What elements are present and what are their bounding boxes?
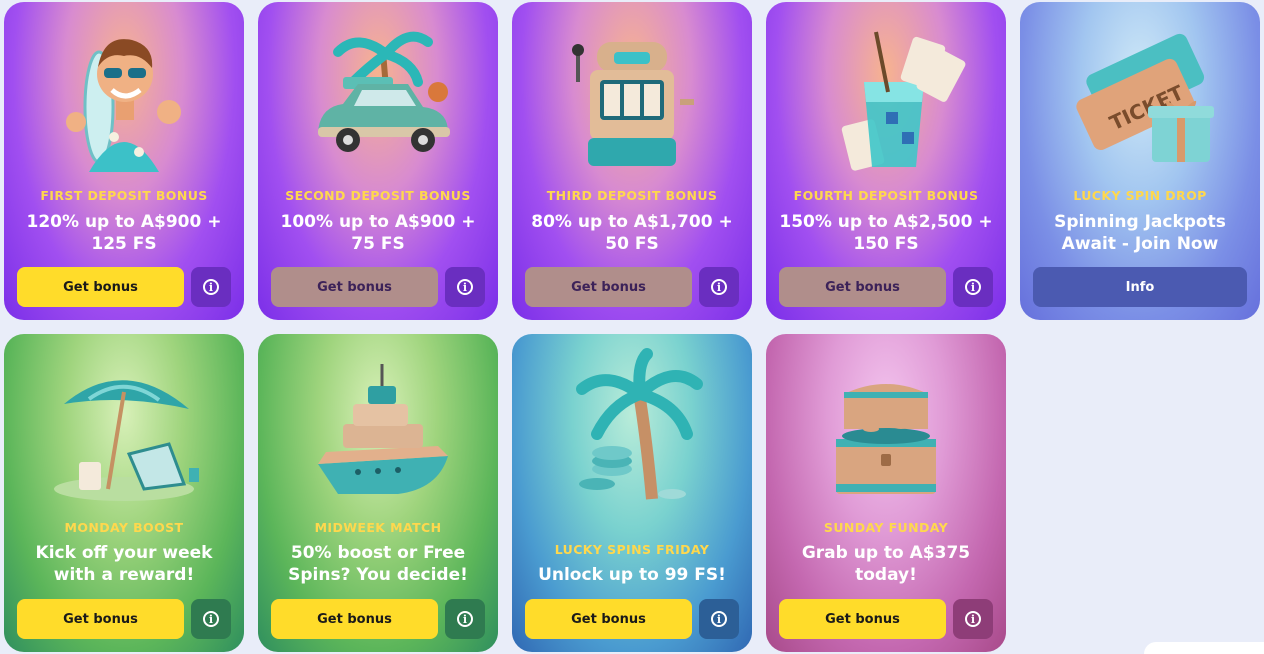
info-icon: i (965, 611, 981, 627)
yacht-icon (258, 334, 498, 514)
bonus-title: Kick off your week with a reward! (35, 543, 213, 585)
cocktail-cards-icon (766, 2, 1006, 182)
beach-umbrella-icon (4, 334, 244, 514)
get-bonus-button[interactable]: Get bonus (17, 267, 184, 307)
get-bonus-button[interactable]: Get bonus (271, 599, 438, 639)
get-bonus-button[interactable]: Get bonus (525, 599, 692, 639)
bonus-tag: LUCKY SPINS FRIDAY (554, 542, 710, 557)
bonus-card-lucky-spins-friday: LUCKY SPINS FRIDAY Unlock up to 99 FS! G… (512, 334, 752, 652)
info-button[interactable]: i (445, 267, 485, 307)
vintage-car-icon (258, 2, 498, 182)
bonus-title: 150% up to A$2,500 + 150 FS (779, 212, 993, 254)
get-bonus-button[interactable]: Get bonus (271, 267, 438, 307)
info-icon: i (457, 611, 473, 627)
bonus-tag: MONDAY BOOST (64, 520, 184, 535)
bonus-card-midweek-match: MIDWEEK MATCH 50% boost or Free Spins? Y… (258, 334, 498, 652)
info-button[interactable]: i (953, 267, 993, 307)
get-bonus-button[interactable]: Get bonus (525, 267, 692, 307)
ticket-gift-icon: TICKET (1020, 2, 1260, 182)
info-button[interactable]: i (191, 599, 231, 639)
bonus-title: Grab up to A$375 today! (801, 543, 971, 585)
info-button[interactable]: i (699, 267, 739, 307)
info-icon: i (203, 611, 219, 627)
bonus-card-third-deposit: THIRD DEPOSIT BONUS 80% up to A$1,700 + … (512, 2, 752, 320)
treasure-chest-icon (766, 334, 1006, 514)
bonus-tag: SECOND DEPOSIT BONUS (285, 188, 471, 203)
bonus-title: 80% up to A$1,700 + 50 FS (531, 212, 733, 254)
info-button[interactable]: i (445, 599, 485, 639)
bonus-title: 100% up to A$900 + 75 FS (280, 212, 476, 254)
bonus-tag: FIRST DEPOSIT BONUS (40, 188, 208, 203)
bonus-tag: SUNDAY FUNDAY (823, 520, 949, 535)
promo-tag: LUCKY SPIN DROP (1073, 188, 1207, 203)
bonus-card-fourth-deposit: FOURTH DEPOSIT BONUS 150% up to A$2,500 … (766, 2, 1006, 320)
info-icon: i (965, 279, 981, 295)
bonus-card-first-deposit: FIRST DEPOSIT BONUS 120% up to A$900 + 1… (4, 2, 244, 320)
bonus-tag: THIRD DEPOSIT BONUS (546, 188, 718, 203)
info-icon: i (203, 279, 219, 295)
bonus-title: 120% up to A$900 + 125 FS (26, 212, 222, 254)
get-bonus-button[interactable]: Get bonus (17, 599, 184, 639)
info-icon: i (711, 611, 727, 627)
get-bonus-button[interactable]: Get bonus (779, 267, 946, 307)
info-button[interactable]: i (953, 599, 993, 639)
info-icon: i (711, 279, 727, 295)
bonus-card-monday-boost: MONDAY BOOST Kick off your week with a r… (4, 334, 244, 652)
bonus-card-sunday-funday: SUNDAY FUNDAY Grab up to A$375 today! Ge… (766, 334, 1006, 652)
bonus-card-lucky-spin-drop: TICKET LUCKY SPIN DROP Spinning Jackpots… (1020, 2, 1260, 320)
bonus-title: Unlock up to 99 FS! (538, 565, 726, 585)
bonus-card-second-deposit: SECOND DEPOSIT BONUS 100% up to A$900 + … (258, 2, 498, 320)
bonus-title: 50% boost or Free Spins? You decide! (288, 543, 468, 585)
promo-title: Spinning Jackpots Await - Join Now (1054, 212, 1226, 254)
info-icon: i (457, 279, 473, 295)
surfer-man-icon (4, 2, 244, 182)
info-text-button[interactable]: Info (1033, 267, 1247, 307)
slot-machine-icon (512, 2, 752, 182)
bonus-tag: MIDWEEK MATCH (314, 520, 442, 535)
info-button[interactable]: i (191, 267, 231, 307)
bottom-right-panel-edge (1144, 642, 1264, 654)
palm-tree-chips-icon (512, 334, 752, 514)
info-button[interactable]: i (699, 599, 739, 639)
get-bonus-button[interactable]: Get bonus (779, 599, 946, 639)
bonus-tag: FOURTH DEPOSIT BONUS (793, 188, 979, 203)
